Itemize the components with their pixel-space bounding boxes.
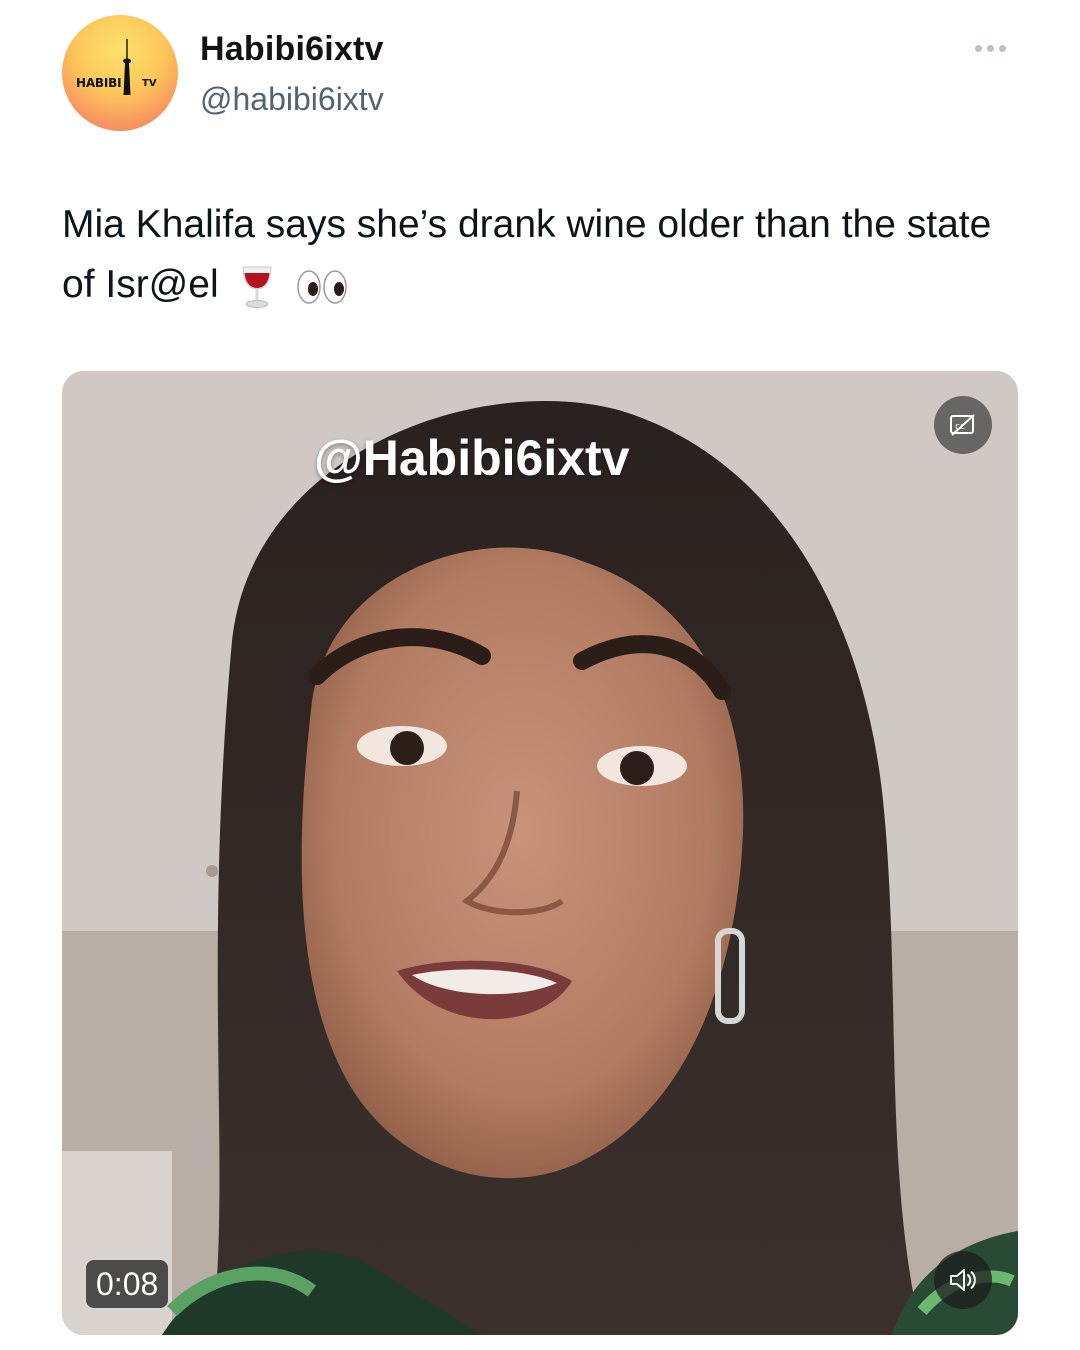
captions-off-icon: cc [950, 414, 975, 436]
captions-button[interactable]: cc [934, 396, 992, 454]
video-frame [62, 371, 1018, 1335]
video-duration: 0:08 [86, 1260, 169, 1308]
avatar-brand-tv: TV [142, 78, 157, 89]
eyes-icon [297, 269, 348, 304]
display-name[interactable]: Habibi6ixtv [200, 30, 384, 69]
more-options-icon[interactable] [975, 38, 1019, 58]
tweet-text: Mia Khalifa says she’s drank wine older … [62, 195, 1032, 315]
volume-icon [950, 1269, 976, 1291]
wine-glass-icon [242, 266, 272, 308]
video-watermark: @Habibi6ixtv [314, 430, 630, 486]
avatar-brand-text: HABIBI [76, 76, 122, 90]
avatar[interactable]: HABIBI TV [62, 15, 178, 131]
video-player[interactable]: @Habibi6ixtv cc 0:08 [62, 371, 1018, 1335]
tweet-body: Mia Khalifa says she’s drank wine older … [62, 203, 992, 306]
volume-button[interactable] [934, 1251, 992, 1309]
user-handle[interactable]: @habibi6ixtv [200, 81, 384, 118]
tower-icon [123, 39, 131, 95]
